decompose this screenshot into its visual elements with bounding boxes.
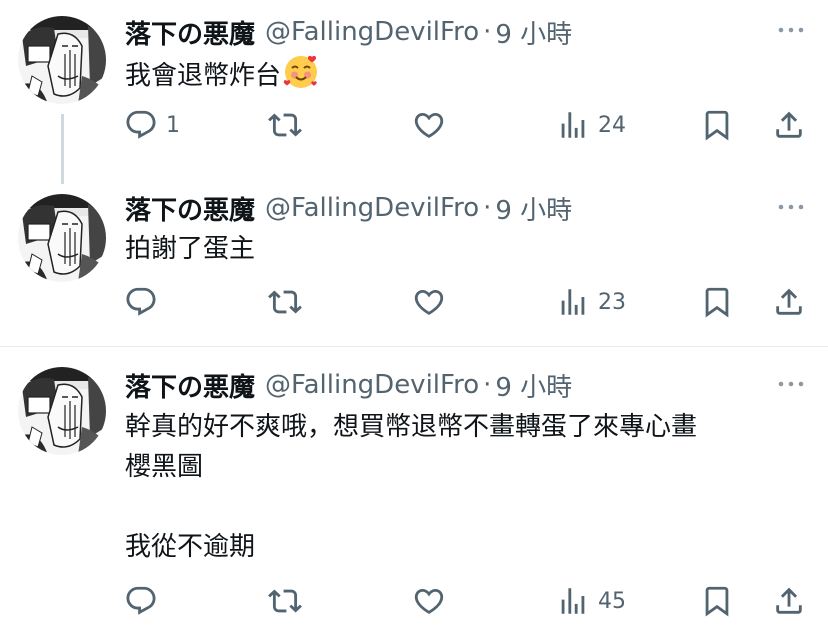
bookmark-button[interactable] xyxy=(700,282,734,322)
views-button[interactable]: 24 xyxy=(556,105,626,145)
tweet-header: 落下の悪魔 @FallingDevilFro · 9 小時 xyxy=(125,367,572,403)
separator: · xyxy=(483,370,492,400)
bookmark-icon xyxy=(700,584,734,618)
heart-icon xyxy=(412,108,446,142)
reply-icon xyxy=(124,285,158,319)
tweet[interactable]: 落下の悪魔 @FallingDevilFro · 9 小時 拍謝了蛋主 23 xyxy=(0,180,828,345)
like-button[interactable] xyxy=(412,105,454,145)
views-count: 45 xyxy=(598,588,626,614)
author-handle[interactable]: @FallingDevilFro xyxy=(265,193,479,223)
separator: · xyxy=(483,193,492,223)
like-button[interactable] xyxy=(412,282,454,322)
author-name[interactable]: 落下の悪魔 xyxy=(125,190,255,227)
share-button[interactable] xyxy=(772,282,806,322)
reply-icon xyxy=(124,584,158,618)
author-handle[interactable]: @FallingDevilFro xyxy=(265,370,479,400)
retweet-icon xyxy=(268,285,302,319)
action-bar: 45 xyxy=(0,581,828,621)
tweet-header: 落下の悪魔 @FallingDevilFro · 9 小時 xyxy=(125,190,572,226)
reply-button[interactable]: 1 xyxy=(124,105,180,145)
reply-icon xyxy=(124,108,158,142)
more-icon[interactable] xyxy=(776,374,806,394)
views-button[interactable]: 45 xyxy=(556,581,626,621)
reply-button[interactable] xyxy=(124,581,166,621)
retweet-icon xyxy=(268,108,302,142)
tweet-text: 拍謝了蛋主 xyxy=(125,234,256,264)
bookmark-icon xyxy=(700,108,734,142)
bookmark-button[interactable] xyxy=(700,105,734,145)
views-button[interactable]: 23 xyxy=(556,282,626,322)
retweet-button[interactable] xyxy=(268,282,310,322)
views-icon xyxy=(556,108,590,142)
heart-icon xyxy=(412,285,446,319)
author-name[interactable]: 落下の悪魔 xyxy=(125,14,255,51)
share-button[interactable] xyxy=(772,105,806,145)
share-button[interactable] xyxy=(772,581,806,621)
timestamp[interactable]: 9 小時 xyxy=(495,14,572,51)
views-icon xyxy=(556,285,590,319)
views-count: 23 xyxy=(598,289,626,315)
bookmark-icon xyxy=(700,285,734,319)
separator: · xyxy=(483,17,492,47)
more-icon[interactable] xyxy=(776,20,806,40)
action-bar: 23 xyxy=(0,282,828,322)
retweet-icon xyxy=(268,584,302,618)
action-bar: 1 24 xyxy=(0,105,828,145)
retweet-button[interactable] xyxy=(268,581,310,621)
heart-icon xyxy=(412,584,446,618)
tweet[interactable]: 落下の悪魔 @FallingDevilFro · 9 小時 幹真的好不爽哦，想買… xyxy=(0,347,828,635)
tweet[interactable]: 落下の悪魔 @FallingDevilFro · 9 小時 我會退幣炸台 1 2… xyxy=(0,0,828,175)
avatar[interactable] xyxy=(18,367,106,455)
share-icon xyxy=(772,584,806,618)
retweet-button[interactable] xyxy=(268,105,310,145)
tweet-header: 落下の悪魔 @FallingDevilFro · 9 小時 xyxy=(125,14,572,50)
share-icon xyxy=(772,285,806,319)
tweet-text-content: 我會退幣炸台 xyxy=(125,61,282,91)
views-icon xyxy=(556,584,590,618)
tweet-text: 幹真的好不爽哦，想買幣退幣不畫轉蛋了來專心畫 櫻黑圖 我從不逾期 xyxy=(125,412,698,562)
smiling-face-with-hearts-icon xyxy=(283,54,319,101)
more-icon[interactable] xyxy=(776,197,806,217)
tweet-text: 我會退幣炸台 xyxy=(125,54,805,101)
share-icon xyxy=(772,108,806,142)
timestamp[interactable]: 9 小時 xyxy=(495,190,572,227)
views-count: 24 xyxy=(598,112,626,138)
author-name[interactable]: 落下の悪魔 xyxy=(125,367,255,404)
bookmark-button[interactable] xyxy=(700,581,734,621)
timestamp[interactable]: 9 小時 xyxy=(495,367,572,404)
avatar[interactable] xyxy=(18,16,106,104)
reply-button[interactable] xyxy=(124,282,166,322)
reply-count: 1 xyxy=(166,112,180,138)
author-handle[interactable]: @FallingDevilFro xyxy=(265,17,479,47)
avatar[interactable] xyxy=(18,194,106,282)
like-button[interactable] xyxy=(412,581,454,621)
